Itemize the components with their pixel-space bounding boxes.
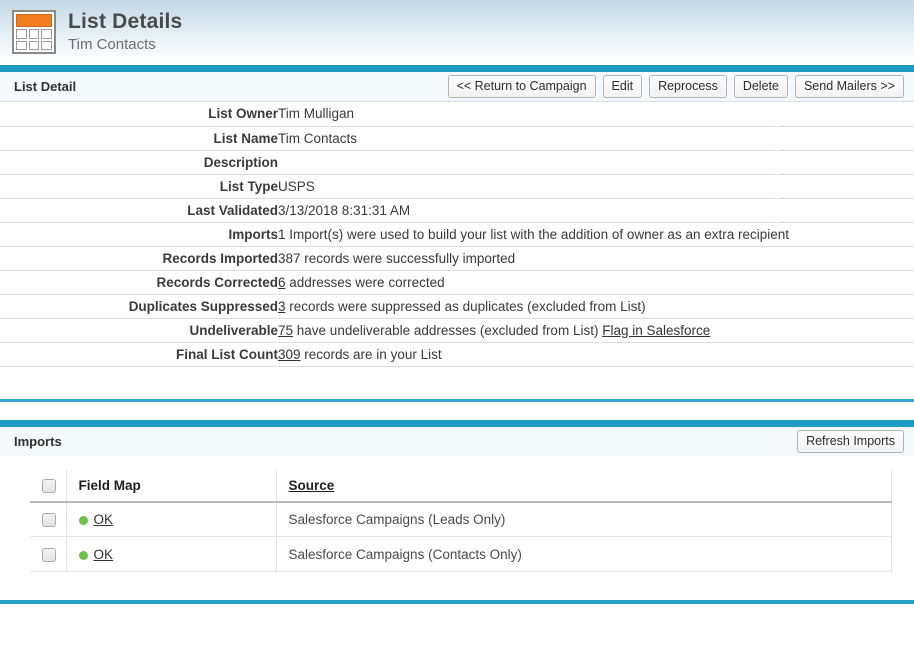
imports-title: Imports [14,433,62,449]
page-header: List Details Tim Contacts [0,0,914,65]
field-label: Records Corrected [0,270,278,295]
imports-table-header-row: Field Map Source [30,469,892,503]
bottom-gap [0,571,914,600]
detail-row-imports: Imports 1 Import(s) were used to build y… [0,222,914,247]
detail-row-records-imported: Records Imported 387 records were succes… [0,246,914,271]
row-select-cell [30,501,67,538]
detail-table: List Owner Tim Mulligan List Name Tim Co… [0,102,914,367]
row-status-link[interactable]: OK [94,547,114,562]
detail-empty-cell [778,126,914,151]
source-sort-link[interactable]: Source [289,478,335,493]
send-mailers-button[interactable]: Send Mailers >> [794,75,904,98]
detail-row-description: Description [0,150,914,175]
field-label: Duplicates Suppressed [0,294,278,319]
edit-button[interactable]: Edit [602,75,643,98]
delete-button[interactable]: Delete [733,75,788,98]
field-value: Tim Mulligan [278,102,775,127]
records-corrected-link[interactable]: 6 [278,275,286,290]
detail-row-list-name: List Name Tim Contacts [0,126,914,151]
detail-row-duplicates-suppressed: Duplicates Suppressed 3 records were sup… [0,294,914,319]
field-value: 6 addresses were corrected [278,270,914,295]
select-all-checkbox[interactable] [42,478,56,493]
final-list-count-link[interactable]: 309 [278,347,301,362]
table-row: OK Salesforce Campaigns (Contacts Only) [30,536,892,572]
field-label: List Owner [0,102,278,127]
title-block: List Details Tim Contacts [68,8,182,55]
list-detail-section-header: List Detail << Return to Campaign Edit R… [0,72,914,101]
field-value: Tim Contacts [278,126,775,151]
field-label: List Name [0,126,278,151]
imports-teal-divider [0,419,914,427]
row-source-cell: Salesforce Campaigns (Contacts Only) [276,536,892,572]
detail-row-last-validated: Last Validated 3/13/2018 8:31:31 AM [0,198,914,223]
field-label: List Type [0,174,278,199]
section-gap [0,366,914,399]
imports-section-header: Imports Refresh Imports [0,426,914,456]
row-checkbox[interactable] [42,547,56,562]
page-subtitle: Tim Contacts [68,36,156,53]
detail-empty-cell [778,174,914,199]
header-teal-divider [0,65,914,72]
list-detail-fields: List Owner Tim Mulligan List Name Tim Co… [0,101,914,367]
grid-icon-header-row [16,14,52,27]
detail-empty-cell [778,102,914,127]
grid-table-icon [12,10,56,54]
page-title: List Details [68,10,183,33]
list-detail-title: List Detail [14,79,77,94]
row-checkbox[interactable] [42,513,56,528]
page-root: List Details Tim Contacts List Detail <<… [0,0,914,648]
field-value-text: have undeliverable addresses (excluded f… [293,322,603,338]
field-label: Imports [0,222,278,247]
field-value: 3/13/2018 8:31:31 AM [278,198,775,223]
divider-gap [0,401,914,420]
field-value: 387 records were successfully imported [278,246,914,271]
flag-in-salesforce-link[interactable]: Flag in Salesforce [602,323,710,338]
row-status-cell: OK [66,536,277,572]
list-detail-actions: << Return to Campaign Edit Reprocess Del… [447,75,904,98]
imports-table: Field Map Source OK Salesforce Campaigns… [30,469,892,572]
duplicates-suppressed-link[interactable]: 3 [278,299,286,314]
detail-row-records-corrected: Records Corrected 6 addresses were corre… [0,270,914,295]
field-value: 3 records were suppressed as duplicates … [278,294,914,319]
field-value: 75 have undeliverable addresses (exclude… [278,318,914,343]
table-row: OK Salesforce Campaigns (Leads Only) [30,501,892,538]
detail-row-undeliverable: Undeliverable 75 have undeliverable addr… [0,318,914,343]
row-select-cell [30,536,67,572]
field-label: Records Imported [0,246,278,271]
detail-row-list-owner: List Owner Tim Mulligan [0,102,914,127]
select-all-header [30,469,67,503]
status-dot-icon [78,516,88,526]
field-map-header: Field Map [66,469,277,503]
reprocess-button[interactable]: Reprocess [649,75,727,98]
return-to-campaign-button[interactable]: << Return to Campaign [447,75,596,98]
bottom-teal-divider [0,599,914,604]
detail-empty-cell [778,198,914,223]
detail-row-final-list-count: Final List Count 309 records are in your… [0,342,914,367]
field-value: 309 records are in your List [278,342,914,367]
imports-table-wrap: Field Map Source OK Salesforce Campaigns… [0,455,914,572]
row-status-cell: OK [66,501,277,538]
row-source-cell: Salesforce Campaigns (Leads Only) [276,501,892,538]
field-label: Undeliverable [0,318,278,343]
undeliverable-count-link[interactable]: 75 [278,323,293,338]
source-header[interactable]: Source [276,469,892,503]
detail-row-list-type: List Type USPS [0,174,914,199]
field-value [278,150,775,175]
field-label: Final List Count [0,342,278,367]
status-dot-icon [78,550,88,560]
field-label: Description [0,150,278,175]
refresh-imports-button[interactable]: Refresh Imports [797,429,904,453]
field-value: 1 Import(s) were used to build your list… [278,222,914,247]
field-value-text: records were suppressed as duplicates (e… [285,298,646,314]
imports-actions: Refresh Imports [797,429,904,453]
detail-empty-cell [778,150,914,175]
field-value-text: addresses were corrected [285,274,445,290]
row-status-link[interactable]: OK [94,512,114,527]
field-value-text: records are in your List [300,346,442,362]
field-value: USPS [278,174,775,199]
field-label: Last Validated [0,198,278,223]
